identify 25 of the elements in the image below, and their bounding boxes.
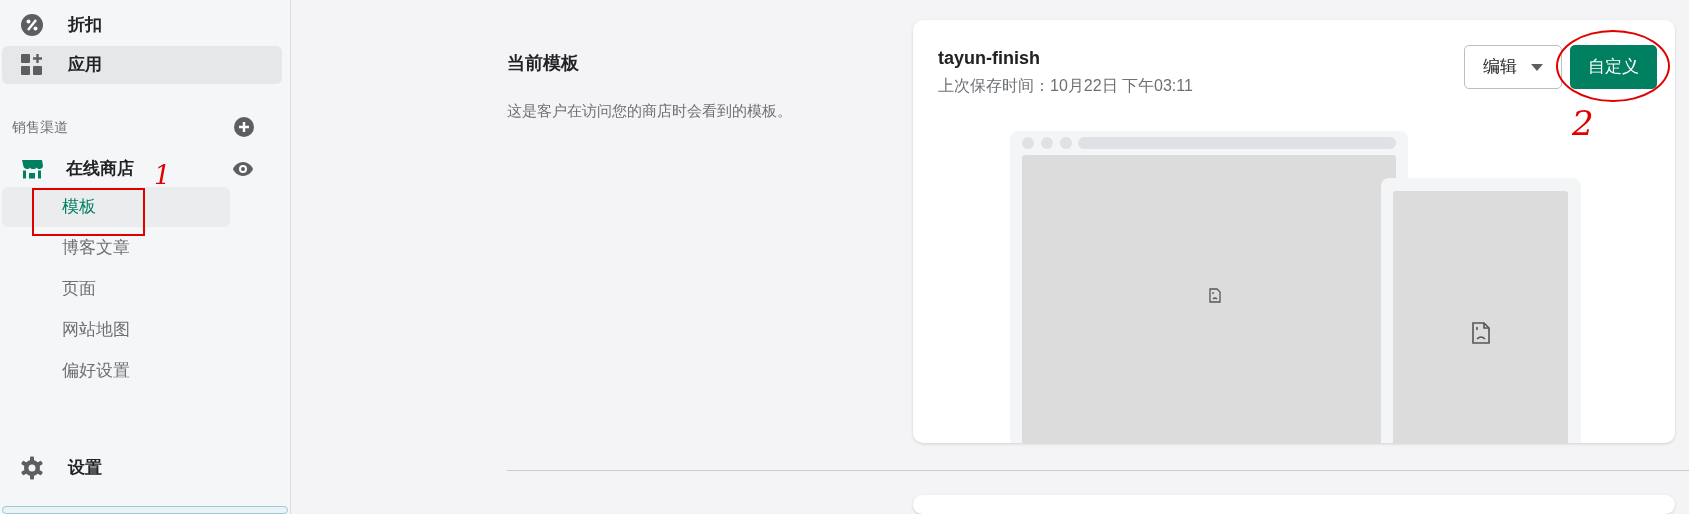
section-title: 当前模板 [507, 52, 579, 75]
storefront-icon [20, 157, 44, 181]
settings-icon [20, 456, 44, 480]
caret-icon [1531, 63, 1543, 71]
add-icon[interactable] [234, 117, 254, 137]
saved-time: 上次保存时间：10月22日 下午03:11 [938, 76, 1193, 96]
handwritten-mark: 2 [1572, 106, 1594, 140]
handwritten-mark: 1 [154, 162, 171, 188]
subnav-item[interactable]: 页面 [2, 269, 230, 309]
store-nav-item[interactable]: 在线商店 [20, 156, 134, 182]
subnav-item[interactable]: 网站地图 [2, 310, 230, 350]
eye-icon[interactable] [232, 161, 254, 177]
subnav-item[interactable]: 博客文章 [2, 228, 230, 268]
nav-item[interactable]: 应用 [2, 46, 282, 84]
nav-item[interactable]: 折扣 [2, 6, 282, 44]
settings-nav-item[interactable]: 设置 [2, 449, 282, 487]
customize-button[interactable]: 自定义 [1570, 45, 1657, 89]
discount-icon [20, 13, 44, 37]
edit-dropdown-button[interactable]: 编辑 [1464, 45, 1562, 89]
subnav-item[interactable]: 偏好设置 [2, 351, 230, 391]
apps-grid-icon [20, 53, 44, 77]
channels-heading: 销售渠道 [12, 117, 68, 137]
section-description: 这是客户在访问您的商店时会看到的模板。 [507, 101, 792, 121]
theme-name: tayun-finish [938, 47, 1041, 70]
subnav-item[interactable]: 模板 [2, 187, 230, 227]
